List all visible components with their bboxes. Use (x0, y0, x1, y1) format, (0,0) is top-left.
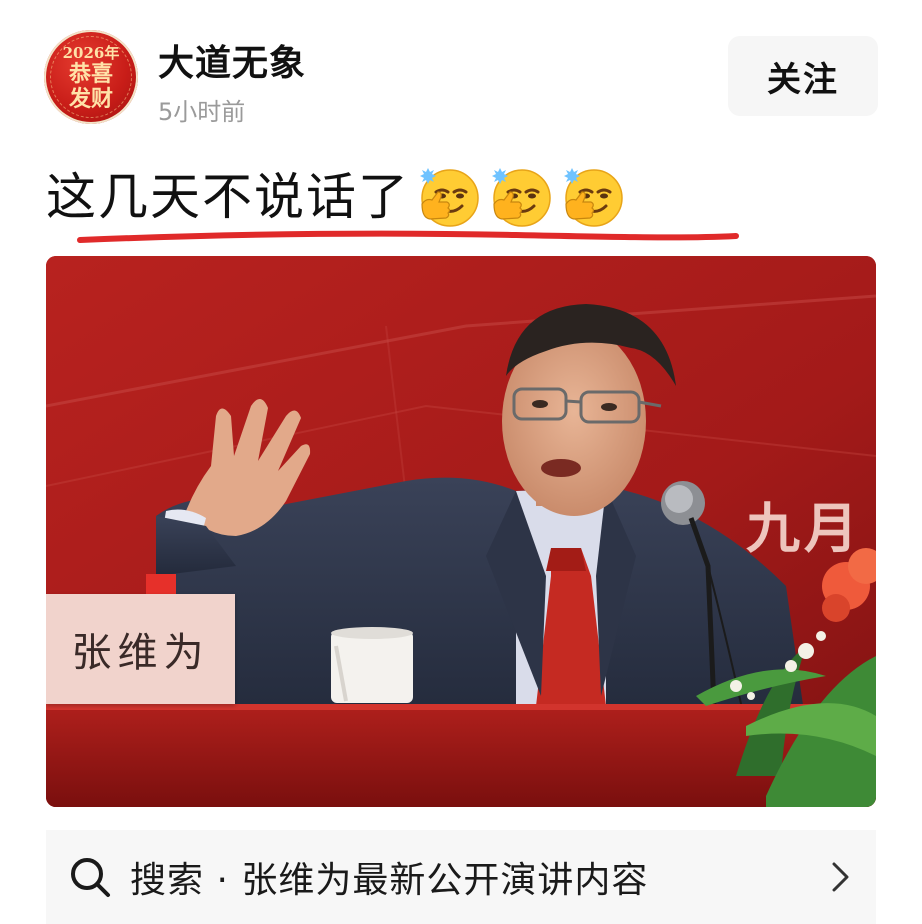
smirk-thumb-emoji-icon (492, 168, 551, 227)
speaker-nameplate: 张维为 (46, 594, 235, 704)
post-timestamp: 5小时前 (158, 98, 246, 126)
banner-text-fragment: 九月 (746, 497, 862, 560)
post-photo[interactable]: 九月 张维为 (46, 256, 876, 807)
avatar-year-text: 2026年 (62, 44, 120, 62)
related-search-text: 搜索 · 张维为最新公开演讲内容 (130, 860, 649, 901)
emoji-row (416, 164, 632, 230)
follow-button[interactable]: 关注 (728, 36, 878, 116)
post-text: 这几天不说话了 (46, 168, 410, 226)
avatar[interactable]: 2026年 恭喜 发财 (44, 30, 138, 124)
post-text-row: 这几天不说话了 (46, 162, 632, 232)
post-text-underline (77, 230, 739, 243)
avatar-greeting-line1: 恭喜 (68, 61, 113, 87)
search-icon (71, 858, 110, 897)
smirk-thumb-emoji-icon (564, 168, 623, 227)
avatar-greeting-line2: 发财 (68, 86, 113, 112)
username[interactable]: 大道无象 (158, 34, 306, 86)
smirk-thumb-emoji-icon (420, 168, 479, 227)
related-search-bar[interactable]: 搜索 · 张维为最新公开演讲内容 (46, 830, 876, 924)
chevron-right-icon (832, 862, 849, 892)
nameplate-text: 张维为 (71, 630, 210, 676)
